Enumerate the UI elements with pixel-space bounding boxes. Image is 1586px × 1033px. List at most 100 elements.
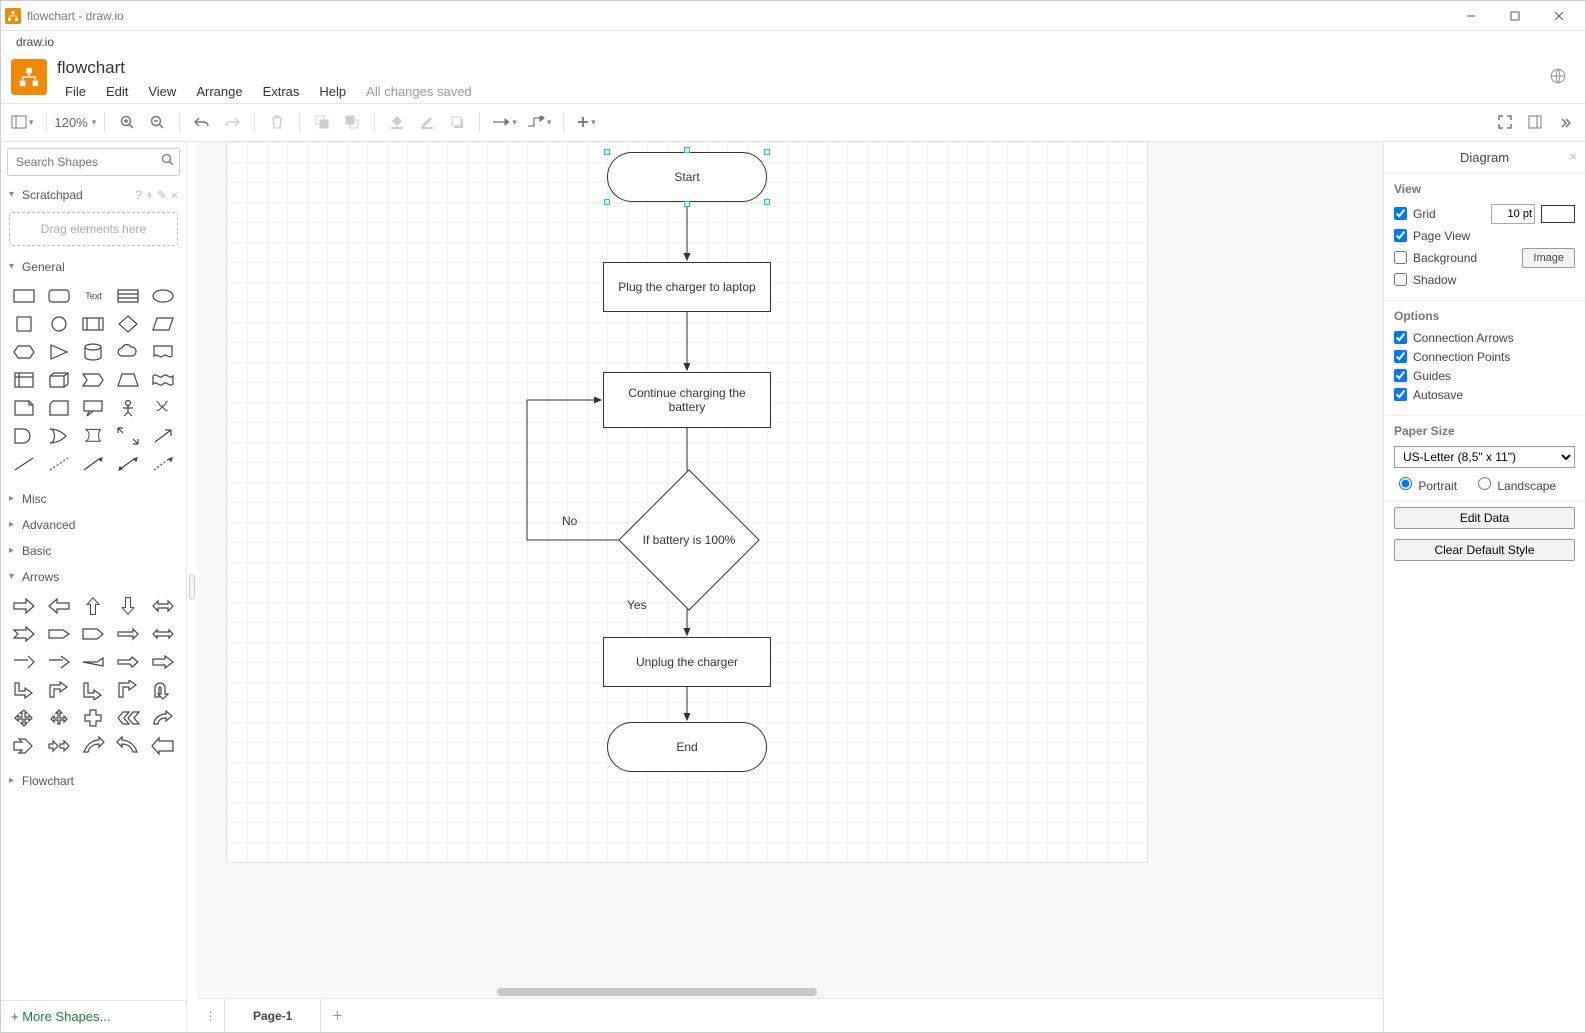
shape-hexagon[interactable] — [9, 340, 40, 364]
arrow-s2[interactable] — [44, 734, 75, 758]
arrow-right[interactable] — [9, 594, 40, 618]
app-tab[interactable]: draw.io — [5, 31, 65, 53]
scratchpad-header[interactable]: ▾Scratchpad ? + ✎ × — [1, 182, 186, 208]
arrow-lr[interactable] — [147, 594, 178, 618]
shape-rect[interactable] — [9, 284, 40, 308]
shape-step[interactable] — [78, 368, 109, 392]
arrow-open-r5[interactable] — [147, 650, 178, 674]
arrow-notched-r[interactable] — [9, 622, 40, 646]
page-tab-1[interactable]: Page-1 — [225, 999, 321, 1032]
shape-arrow-ne[interactable] — [147, 424, 178, 448]
clear-default-style-button[interactable]: Clear Default Style — [1394, 539, 1575, 561]
grid-color-swatch[interactable] — [1541, 205, 1575, 223]
shape-actor[interactable] — [113, 396, 144, 420]
advanced-section-header[interactable]: ▸Advanced — [1, 512, 186, 538]
format-panel-toggle[interactable] — [1521, 108, 1549, 136]
collapse-button[interactable] — [1551, 108, 1579, 136]
paper-size-select[interactable]: US-Letter (8,5" x 11") — [1394, 446, 1575, 468]
shadow-button[interactable] — [443, 108, 471, 136]
node-end[interactable]: End — [607, 722, 767, 772]
menu-edit[interactable]: Edit — [98, 82, 136, 101]
autosave-checkbox[interactable] — [1394, 388, 1407, 401]
shape-edge-2[interactable] — [113, 452, 144, 476]
arrow-bent-4[interactable] — [113, 678, 144, 702]
scratchpad-close-icon[interactable]: × — [171, 188, 178, 202]
shape-cube[interactable] — [44, 368, 75, 392]
shape-cloud[interactable] — [113, 340, 144, 364]
document-title[interactable]: flowchart — [57, 59, 480, 78]
shape-arrow-both[interactable] — [113, 424, 144, 448]
arrow-up[interactable] — [78, 594, 109, 618]
arrow-open-r3[interactable] — [78, 650, 109, 674]
selection-handle[interactable] — [684, 201, 690, 207]
shape-card[interactable] — [44, 396, 75, 420]
shape-and[interactable] — [9, 424, 40, 448]
shape-ellipse[interactable] — [147, 284, 178, 308]
guides-checkbox[interactable] — [1394, 369, 1407, 382]
arrow-block-r2[interactable] — [78, 622, 109, 646]
menu-view[interactable]: View — [140, 82, 184, 101]
selection-handle[interactable] — [684, 147, 690, 153]
portrait-radio-label[interactable]: Portrait — [1394, 474, 1457, 493]
horizontal-scrollbar[interactable] — [497, 988, 817, 996]
search-shapes-input[interactable] — [7, 148, 180, 176]
arrow-block-r[interactable] — [44, 622, 75, 646]
edit-data-button[interactable]: Edit Data — [1394, 507, 1575, 529]
background-checkbox[interactable] — [1394, 251, 1407, 264]
connection-points-checkbox[interactable] — [1394, 350, 1407, 363]
arrow-curve-l[interactable] — [113, 734, 144, 758]
grid-size-input[interactable] — [1491, 204, 1535, 224]
arrow-thin-r[interactable] — [113, 622, 144, 646]
menu-file[interactable]: File — [57, 82, 94, 101]
arrow-jump[interactable] — [147, 706, 178, 730]
sidebar-splitter[interactable] — [187, 142, 197, 1032]
shape-trapezoid[interactable] — [113, 368, 144, 392]
arrow-bent-3[interactable] — [78, 678, 109, 702]
shape-callout[interactable] — [78, 396, 109, 420]
page[interactable]: Start Plug the charger to laptop Continu… — [227, 142, 1147, 862]
flowchart-section-header[interactable]: ▸Flowchart — [1, 768, 186, 794]
delete-button[interactable] — [263, 108, 291, 136]
connection-dropdown[interactable]: ▾ — [488, 108, 521, 136]
shape-curly[interactable] — [147, 396, 178, 420]
zoom-out-button[interactable] — [143, 108, 171, 136]
page-tab-add[interactable]: ＋ — [321, 999, 353, 1032]
window-minimize-button[interactable] — [1449, 2, 1493, 30]
selection-handle[interactable] — [764, 199, 770, 205]
arrow-bent-2[interactable] — [44, 678, 75, 702]
fullscreen-button[interactable] — [1491, 108, 1519, 136]
scratchpad-add-icon[interactable]: + — [146, 188, 153, 202]
arrow-plus[interactable] — [78, 706, 109, 730]
arrow-quad[interactable] — [9, 706, 40, 730]
menu-extras[interactable]: Extras — [255, 82, 308, 101]
format-panel-close-icon[interactable]: × — [1569, 149, 1577, 164]
shape-process[interactable] — [78, 312, 109, 336]
shape-line-dashed[interactable] — [44, 452, 75, 476]
canvas[interactable]: Start Plug the charger to laptop Continu… — [197, 142, 1383, 998]
edge-label-yes[interactable]: Yes — [627, 598, 647, 612]
general-section-header[interactable]: ▾General — [1, 254, 186, 280]
background-image-button[interactable]: Image — [1522, 248, 1575, 268]
shape-square[interactable] — [9, 312, 40, 336]
zoom-in-button[interactable] — [113, 108, 141, 136]
selection-handle[interactable] — [764, 149, 770, 155]
basic-section-header[interactable]: ▸Basic — [1, 538, 186, 564]
arrow-open-r4[interactable] — [113, 650, 144, 674]
scratchpad-edit-icon[interactable]: ✎ — [157, 188, 167, 202]
selection-handle[interactable] — [604, 149, 610, 155]
scratchpad-help-icon[interactable]: ? — [135, 188, 142, 202]
shape-edge-1[interactable] — [78, 452, 109, 476]
to-front-button[interactable] — [308, 108, 336, 136]
shape-rounded-rect[interactable] — [44, 284, 75, 308]
node-decision[interactable]: If battery is 100% — [619, 490, 759, 590]
shape-edge-3[interactable] — [147, 452, 178, 476]
redo-button[interactable] — [218, 108, 246, 136]
arrow-bent-1[interactable] — [9, 678, 40, 702]
shape-note[interactable] — [9, 396, 40, 420]
arrow-chevr[interactable] — [113, 706, 144, 730]
view-dropdown[interactable]: ▾ — [7, 108, 38, 136]
shape-circle[interactable] — [44, 312, 75, 336]
arrow-down[interactable] — [113, 594, 144, 618]
landscape-radio-label[interactable]: Landscape — [1473, 474, 1556, 493]
arrow-open-r2[interactable] — [44, 650, 75, 674]
